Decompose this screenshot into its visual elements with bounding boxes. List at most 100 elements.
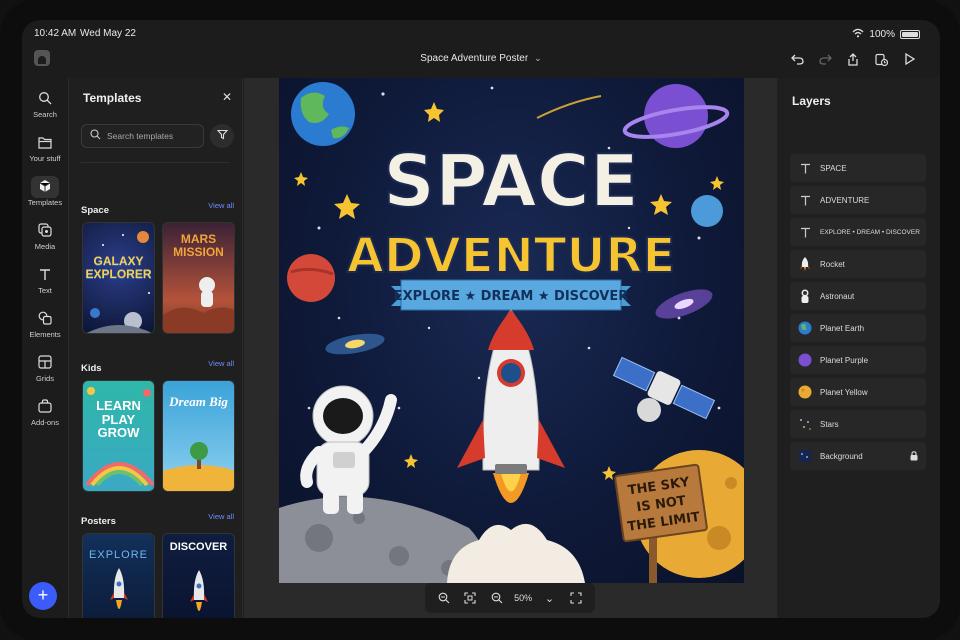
- schedule-icon[interactable]: [872, 50, 890, 68]
- rail-templates[interactable]: Templates: [22, 176, 68, 207]
- chevron-down-icon: ⌄: [534, 53, 542, 63]
- stars-icon: [790, 417, 820, 431]
- filter-button[interactable]: [210, 124, 234, 148]
- wifi-icon: [852, 28, 864, 41]
- template-card[interactable]: EXPLORE: [82, 533, 155, 618]
- layers-panel: Layers SPACE ADVENTURE EXPLORE • DREAM •…: [776, 78, 940, 618]
- view-all-link[interactable]: View all: [208, 359, 234, 368]
- zoom-level[interactable]: 50%: [514, 593, 532, 603]
- tablet-frame: 10:42 AM Wed May 22 100% Space Adventure…: [0, 0, 960, 640]
- planet-yellow-icon: [790, 385, 820, 399]
- grids-icon: [38, 355, 52, 371]
- status-time: 10:42 AM: [34, 28, 77, 39]
- template-search[interactable]: [81, 124, 204, 148]
- layer-row[interactable]: SPACE: [790, 154, 926, 182]
- layer-label: Background: [820, 451, 863, 461]
- rail-label: Search: [33, 110, 57, 119]
- template-card[interactable]: MARS MISSION: [162, 222, 235, 334]
- layer-row[interactable]: Rocket: [790, 250, 926, 278]
- status-date: Wed May 22: [80, 28, 136, 39]
- battery-icon: [900, 30, 920, 39]
- poster-artboard[interactable]: SPACE ADVENTURE EXPLORE ★ DREAM ★ DISCOV…: [279, 78, 744, 583]
- rail-your-stuff[interactable]: Your stuff: [22, 132, 68, 163]
- template-card[interactable]: Dream Big: [162, 380, 235, 492]
- layer-row[interactable]: Planet Purple: [790, 346, 926, 374]
- chevron-down-icon[interactable]: ⌄: [540, 589, 558, 607]
- template-card-title: LEARN PLAY GROW: [96, 398, 141, 441]
- zoom-out-icon[interactable]: [435, 589, 453, 607]
- poster-tagline: EXPLORE ★ DREAM ★ DISCOVER: [394, 289, 628, 304]
- section-title: Kids: [81, 363, 102, 374]
- poster-title-adventure: ADVENTURE: [347, 228, 676, 284]
- astronaut-icon: [790, 289, 820, 303]
- templates-title: Templates: [83, 91, 142, 105]
- section-title: Posters: [81, 516, 116, 527]
- text-icon: [39, 268, 51, 283]
- left-rail: Search Your stuff Templates Media Text E…: [22, 78, 68, 618]
- layer-row[interactable]: Planet Yellow: [790, 378, 926, 406]
- rail-label: Your stuff: [29, 154, 61, 163]
- undo-icon[interactable]: [788, 50, 806, 68]
- templates-panel: Templates ✕ Space View all GALAXY EXPLOR…: [68, 78, 243, 618]
- redo-icon[interactable]: [816, 50, 834, 68]
- rail-label: Text: [38, 286, 52, 295]
- layer-label: Planet Yellow: [820, 387, 868, 397]
- layer-row[interactable]: Astronaut: [790, 282, 926, 310]
- layer-row[interactable]: ADVENTURE: [790, 186, 926, 214]
- layer-label: Astronaut: [820, 291, 855, 301]
- text-icon: [790, 227, 820, 238]
- play-icon[interactable]: [900, 50, 918, 68]
- rail-text[interactable]: Text: [22, 264, 68, 295]
- fit-to-screen-icon[interactable]: [461, 589, 479, 607]
- battery-percent: 100%: [869, 29, 895, 40]
- template-card[interactable]: LEARN PLAY GROW: [82, 380, 155, 492]
- close-icon[interactable]: ✕: [222, 90, 232, 104]
- rail-add-ons[interactable]: Add-ons: [22, 396, 68, 427]
- layer-label: Planet Purple: [820, 355, 869, 365]
- template-card-title: DISCOVER: [169, 541, 228, 553]
- rail-label: Elements: [29, 330, 61, 339]
- lock-icon[interactable]: [910, 451, 918, 463]
- templates-icon: [38, 179, 52, 195]
- template-card-title: GALAXY EXPLORER: [85, 254, 152, 281]
- planet-earth-icon: [790, 321, 820, 335]
- rail-label: Grids: [36, 374, 54, 383]
- view-all-link[interactable]: View all: [208, 201, 234, 210]
- filter-icon: [216, 127, 228, 145]
- template-card[interactable]: GALAXY EXPLORER: [82, 222, 155, 334]
- rail-media[interactable]: Media: [22, 220, 68, 251]
- section-posters: Posters View all: [81, 511, 234, 529]
- rail-grids[interactable]: Grids: [22, 352, 68, 383]
- zoom-out-icon[interactable]: [488, 589, 506, 607]
- zoom-toolbar: 50% ⌄: [425, 583, 595, 613]
- view-all-link[interactable]: View all: [208, 512, 234, 521]
- layer-row[interactable]: Stars: [790, 410, 926, 438]
- layer-label: Planet Earth: [820, 323, 865, 333]
- layers-title: Layers: [792, 94, 831, 108]
- poster-artwork: SPACE ADVENTURE EXPLORE ★ DREAM ★ DISCOV…: [279, 82, 744, 583]
- document-title-text: Space Adventure Poster: [420, 53, 529, 64]
- layer-row[interactable]: Background: [790, 442, 926, 470]
- create-button[interactable]: +: [29, 582, 57, 610]
- search-input[interactable]: [107, 131, 197, 141]
- layer-label: Rocket: [820, 259, 845, 269]
- plus-icon: +: [37, 585, 49, 605]
- search-icon: [38, 91, 52, 107]
- template-card-title: EXPLORE: [89, 549, 148, 561]
- rail-label: Templates: [27, 198, 63, 207]
- rail-search[interactable]: Search: [22, 88, 68, 119]
- rocket-icon: [790, 257, 820, 271]
- rail-elements[interactable]: Elements: [22, 308, 68, 339]
- folder-icon: [38, 136, 52, 151]
- share-icon[interactable]: [844, 50, 862, 68]
- fullscreen-icon[interactable]: [567, 589, 585, 607]
- rail-label: Add-ons: [31, 418, 59, 427]
- planet-purple-icon: [790, 353, 820, 367]
- layer-row[interactable]: Planet Earth: [790, 314, 926, 342]
- template-card-title: Dream Big: [169, 394, 228, 409]
- template-card[interactable]: DISCOVER: [162, 533, 235, 618]
- layer-label: EXPLORE • DREAM • DISCOVER: [820, 228, 920, 236]
- layer-label: Stars: [820, 419, 839, 429]
- layer-row[interactable]: EXPLORE • DREAM • DISCOVER: [790, 218, 926, 246]
- layer-label: SPACE: [820, 163, 847, 173]
